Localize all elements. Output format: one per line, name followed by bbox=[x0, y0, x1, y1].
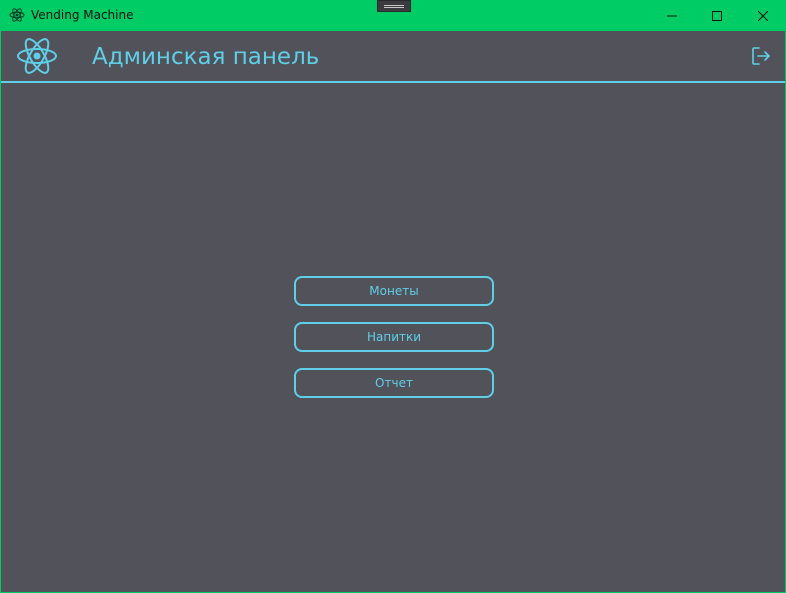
close-icon bbox=[757, 6, 769, 25]
admin-menu: Монеты Напитки Отчет bbox=[294, 276, 494, 414]
drag-handle[interactable] bbox=[377, 0, 411, 12]
page-title: Админская панель bbox=[92, 44, 320, 70]
app-header: Админская панель bbox=[1, 31, 785, 83]
logout-icon[interactable] bbox=[750, 45, 772, 67]
title-bar[interactable]: Vending Machine bbox=[1, 0, 786, 31]
drinks-button[interactable]: Напитки bbox=[294, 322, 494, 352]
coins-button[interactable]: Монеты bbox=[294, 276, 494, 306]
atom-icon bbox=[9, 7, 25, 23]
maximize-button[interactable] bbox=[694, 0, 740, 31]
minimize-button[interactable] bbox=[649, 0, 695, 31]
maximize-icon bbox=[712, 6, 722, 25]
report-button[interactable]: Отчет bbox=[294, 368, 494, 398]
app-window: Vending Machine Админская панель Монеты … bbox=[0, 0, 786, 593]
close-button[interactable] bbox=[740, 0, 786, 31]
atom-icon bbox=[16, 37, 58, 75]
window-title: Vending Machine bbox=[31, 8, 134, 22]
minimize-icon bbox=[667, 6, 677, 25]
